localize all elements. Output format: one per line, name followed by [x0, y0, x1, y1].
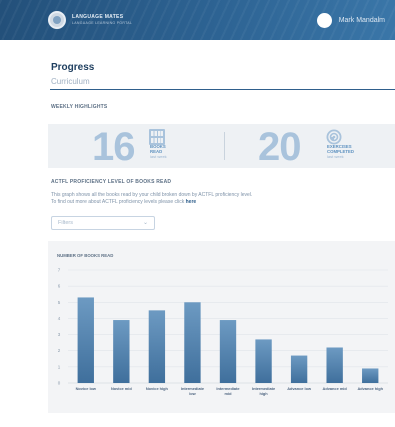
user-menu[interactable]: Mark Mandalm [316, 13, 385, 28]
user-name[interactable]: Mark Mandalm [339, 17, 385, 24]
y-tick-label: 0 [58, 381, 61, 386]
y-tick-label: 3 [58, 332, 61, 337]
proficiency-link-prefix: To find out more about ACTFL proficiency… [51, 199, 185, 205]
y-tick-label: 2 [58, 348, 61, 353]
proficiency-description-link-line: To find out more about ACTFL proficiency… [51, 199, 196, 205]
bar-advance-mid[interactable] [326, 347, 343, 383]
title-divider [50, 89, 395, 90]
page-title: Progress [51, 62, 95, 73]
y-tick-label: 1 [58, 364, 61, 369]
books-read-label: BOOKS READ [150, 144, 166, 154]
exercises-completed-label: EXERCISES COMPLETED [327, 144, 354, 154]
y-tick-label: 7 [58, 268, 61, 273]
filters-dropdown[interactable]: Filters ⌄ [51, 216, 155, 230]
books-bar-chart: NUMBER OF BOOKS READ 0 1 2 3 4 5 6 7 Novice low… [57, 253, 388, 396]
x-tick-label: Advance high [357, 386, 383, 391]
highlights-divider [224, 132, 225, 160]
app-logo[interactable]: LANGUAGE MATES LANGUAGE LEARNING PORTAL [48, 11, 132, 29]
proficiency-link[interactable]: here [186, 199, 197, 205]
filters-placeholder: Filters [58, 220, 73, 226]
bar-novice-high[interactable] [148, 310, 166, 383]
weekly-highlights-label: WEEKLY HIGHLIGHTS [51, 104, 108, 110]
y-tick-label: 6 [58, 284, 61, 289]
books-icon [149, 129, 165, 145]
y-tick-label: 5 [58, 300, 61, 305]
x-tick-label: high [259, 391, 268, 396]
books-chart-panel: NUMBER OF BOOKS READ 0 1 2 3 4 5 6 7 Novice low… [48, 241, 395, 413]
bar-advance-low[interactable] [290, 355, 308, 383]
weekly-highlights-panel: 16 BOOKS READ last week 20 EXERCISES COM… [48, 124, 395, 168]
bar-intermediate-low[interactable] [184, 302, 201, 383]
bar-intermediate-high[interactable] [255, 339, 272, 383]
proficiency-description: This graph shows all the books read by y… [51, 192, 253, 198]
logo-emblem-icon [48, 11, 66, 29]
exercise-icon [326, 129, 342, 145]
books-read-count: 16 [92, 125, 135, 169]
chevron-down-icon: ⌄ [142, 220, 148, 226]
exercises-completed-caption: last week [327, 154, 344, 159]
books-read-caption: last week [150, 154, 167, 159]
page-subtitle: Curriculum [51, 77, 90, 86]
logo-text: LANGUAGE MATES LANGUAGE LEARNING PORTAL [72, 14, 132, 26]
bar-novice-low[interactable] [77, 297, 94, 383]
x-tick-label: Novice mid [111, 386, 132, 391]
x-tick-label: Novice high [146, 386, 169, 391]
x-tick-label: Novice low [76, 386, 97, 391]
bar-advance-high[interactable] [362, 368, 379, 383]
top-bar: LANGUAGE MATES LANGUAGE LEARNING PORTAL … [0, 0, 395, 40]
y-tick-label: 4 [58, 316, 61, 321]
exercises-completed-count: 20 [258, 125, 301, 169]
proficiency-section-label: ACTFL PROFICIENCY LEVEL OF BOOKS READ [51, 179, 172, 185]
avatar[interactable] [316, 13, 332, 28]
x-tick-label: Advance mid [323, 386, 348, 391]
x-tick-label: mid [225, 391, 233, 396]
bar-intermediate-mid[interactable] [219, 320, 237, 383]
x-tick-label: low [189, 391, 196, 396]
logo-line2: LANGUAGE LEARNING PORTAL [72, 21, 133, 25]
x-tick-label: Advance low [287, 386, 312, 391]
bar-novice-mid[interactable] [113, 320, 130, 383]
chart-title: NUMBER OF BOOKS READ [57, 253, 113, 258]
